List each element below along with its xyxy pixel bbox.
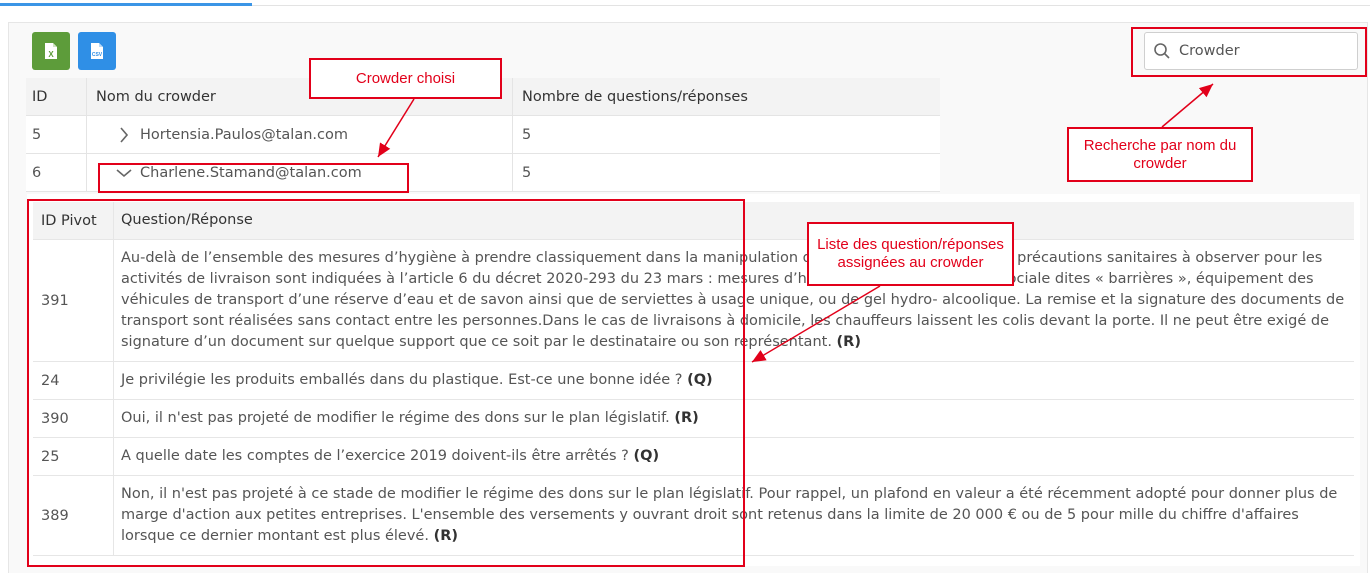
- annotation-crowder-choisi: Crowder choisi: [309, 58, 502, 99]
- crowder-highlight-box: [98, 163, 409, 193]
- row-id: 6: [32, 165, 42, 181]
- col-header-id: ID: [32, 89, 48, 105]
- row-count: 5: [522, 165, 532, 181]
- tab-strip: [0, 0, 1370, 6]
- qa-list-highlight-box: [27, 199, 745, 567]
- annotation-liste: Liste des question/réponses assignées au…: [807, 222, 1014, 286]
- csv-file-icon: CSV: [91, 43, 103, 59]
- svg-text:CSV: CSV: [92, 52, 103, 58]
- qa-type-tag: (R): [836, 334, 861, 350]
- table-row[interactable]: 5 Hortensia.Paulos@talan.com 5: [26, 116, 940, 154]
- svg-text:X: X: [48, 50, 54, 59]
- chevron-right-icon[interactable]: [114, 127, 134, 143]
- annotation-recherche: Recherche par nom du crowder: [1067, 127, 1253, 182]
- search-highlight-box: [1131, 27, 1367, 77]
- active-tab-indicator: [0, 3, 252, 6]
- row-name-cell: Hortensia.Paulos@talan.com: [96, 116, 512, 154]
- excel-file-icon: X: [45, 43, 57, 59]
- row-count: 5: [522, 127, 532, 143]
- row-id: 5: [32, 127, 42, 143]
- col-header-count: Nombre de questions/réponses: [522, 89, 748, 105]
- crowder-name: Hortensia.Paulos@talan.com: [140, 127, 348, 143]
- export-excel-button[interactable]: X: [32, 32, 70, 70]
- export-csv-button[interactable]: CSV: [78, 32, 116, 70]
